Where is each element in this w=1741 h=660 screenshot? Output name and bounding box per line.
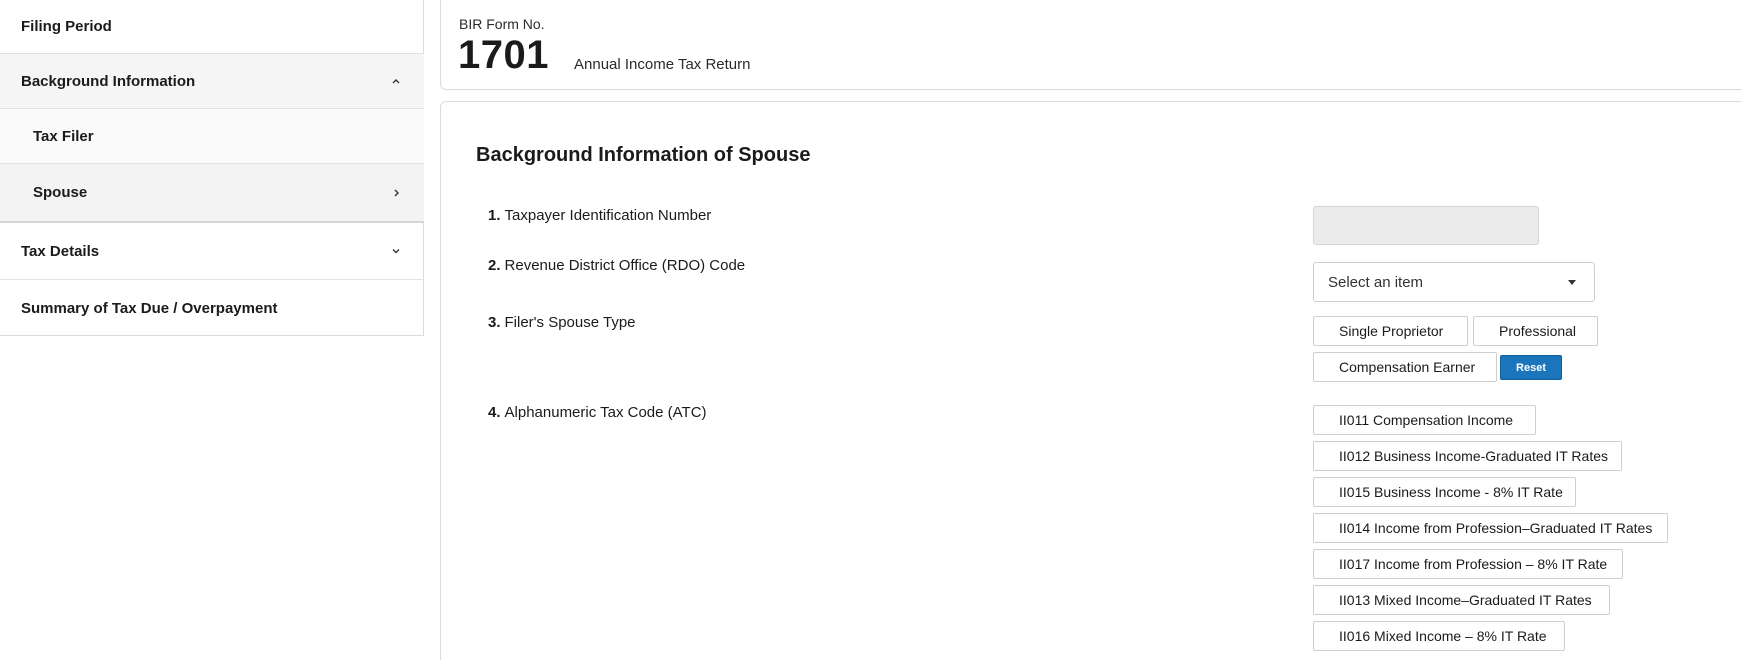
question-atc: 4. Alphanumeric Tax Code (ATC) [488,404,707,421]
sidebar-item-label: Tax Filer [33,127,94,145]
sidebar-nav: Filing Period Background Information Tax… [0,0,424,336]
sidebar-item-tax-filer[interactable]: Tax Filer [0,109,424,164]
question-label: Taxpayer Identification Number [504,207,712,224]
question-number: 3. [488,314,501,331]
atc-option-button[interactable]: II016 Mixed Income – 8% IT Rate [1313,621,1565,651]
rdo-code-select[interactable]: Select an item [1313,262,1595,302]
sidebar-item-label: Tax Details [21,242,100,260]
main-panel: Background Information of Spouse 1. Taxpa… [440,101,1741,660]
form-title: Annual Income Tax Return [574,56,751,73]
atc-option-button[interactable]: II013 Mixed Income–Graduated IT Rates [1313,585,1610,615]
spouse-type-professional-button[interactable]: Professional [1473,316,1598,346]
form-number-label: BIR Form No. [459,16,545,32]
sidebar-item-tax-details[interactable]: Tax Details [0,223,424,280]
chevron-up-icon [390,75,402,87]
sidebar-item-label: Spouse [33,184,88,201]
rdo-code-select-value: Select an item [1328,273,1424,291]
sidebar-item-filing-period[interactable]: Filing Period [0,0,424,54]
reset-button[interactable]: Reset [1500,355,1562,380]
atc-option-button[interactable]: II012 Business Income-Graduated IT Rates [1313,441,1622,471]
spouse-type-compensation-earner-button[interactable]: Compensation Earner [1313,352,1497,382]
question-label: Alphanumeric Tax Code (ATC) [504,404,707,421]
sidebar-item-label: Summary of Tax Due / Overpayment [21,299,278,317]
atc-option-button[interactable]: II017 Income from Profession – 8% IT Rat… [1313,549,1623,579]
chevron-right-icon [390,187,402,199]
question-label: Filer's Spouse Type [504,314,636,331]
tin-input[interactable] [1313,206,1539,245]
sidebar-item-background-information[interactable]: Background Information [0,54,424,109]
sidebar-item-label: Filing Period [21,18,112,35]
form-number: 1701 [458,33,549,77]
question-number: 1. [488,207,501,224]
question-label: Revenue District Office (RDO) Code [504,257,746,274]
spouse-type-single-proprietor-button[interactable]: Single Proprietor [1313,316,1468,346]
caret-down-icon [1568,280,1576,285]
form-header: BIR Form No. 1701 Annual Income Tax Retu… [440,0,1741,90]
question-number: 4. [488,404,501,421]
atc-option-button[interactable]: II015 Business Income - 8% IT Rate [1313,477,1576,507]
atc-option-button[interactable]: II014 Income from Profession–Graduated I… [1313,513,1668,543]
atc-option-button[interactable]: II011 Compensation Income [1313,405,1536,435]
sidebar-item-spouse[interactable]: Spouse [0,164,424,223]
question-rdo-code: 2. Revenue District Office (RDO) Code [488,257,745,274]
sidebar-item-label: Background Information [21,72,196,90]
sidebar-item-summary-of-tax-due[interactable]: Summary of Tax Due / Overpayment [0,280,424,336]
question-tin: 1. Taxpayer Identification Number [488,207,711,224]
question-spouse-type: 3. Filer's Spouse Type [488,314,636,331]
section-title: Background Information of Spouse [476,144,811,166]
chevron-down-icon [390,245,402,257]
question-number: 2. [488,257,501,274]
